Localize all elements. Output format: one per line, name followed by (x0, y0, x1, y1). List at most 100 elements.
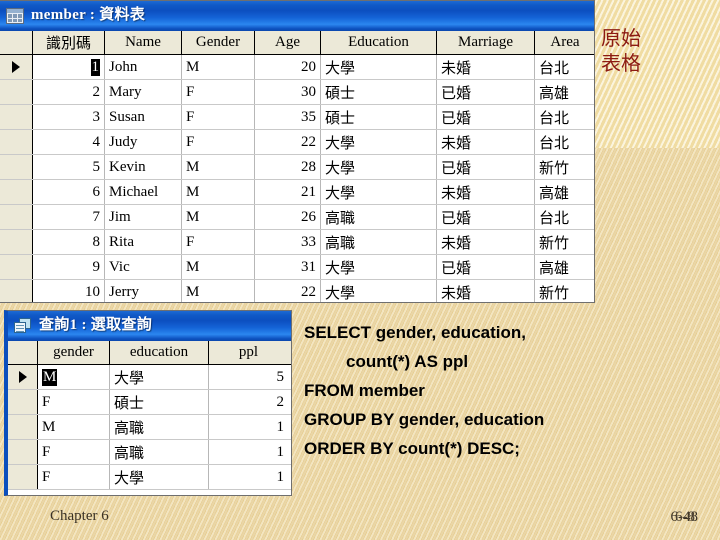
query-titlebar[interactable]: 查詢1 : 選取查詢 (8, 311, 291, 341)
cell-gender[interactable]: F (182, 105, 255, 129)
cell-name[interactable]: Jerry (105, 280, 182, 302)
cell-education[interactable]: 碩士 (110, 390, 209, 414)
query-datasheet[interactable]: gender education ppl M 大學 5 F 碩士 2 M 高職 … (8, 341, 291, 490)
cell-name[interactable]: John (105, 55, 182, 79)
column-header-education[interactable]: Education (321, 31, 437, 54)
table-row[interactable]: 10 Jerry M 22 大學 未婚 新竹 (0, 280, 594, 302)
table-row[interactable]: 6 Michael M 21 大學 未婚 高雄 (0, 180, 594, 205)
query-header-row[interactable]: gender education ppl (8, 341, 291, 365)
row-selector[interactable] (8, 465, 38, 489)
cell-gender[interactable]: F (182, 80, 255, 104)
cell-education[interactable]: 大學 (321, 180, 437, 204)
cell-education[interactable]: 高職 (110, 415, 209, 439)
cell-name[interactable]: Michael (105, 180, 182, 204)
row-selector[interactable] (0, 80, 33, 104)
table-row[interactable]: 4 Judy F 22 大學 未婚 台北 (0, 130, 594, 155)
cell-name[interactable]: Judy (105, 130, 182, 154)
cell-marriage[interactable]: 已婚 (437, 205, 535, 229)
list-item[interactable]: F 碩士 2 (8, 390, 291, 415)
cell-gender[interactable]: F (38, 390, 110, 414)
row-selector[interactable] (0, 255, 33, 279)
cell-gender[interactable]: F (38, 465, 110, 489)
cell-gender[interactable]: M (182, 205, 255, 229)
cell-gender[interactable]: M (182, 180, 255, 204)
cell-name[interactable]: Kevin (105, 155, 182, 179)
cell-ppl[interactable]: 1 (209, 465, 288, 489)
column-header-gender[interactable]: gender (38, 341, 110, 364)
cell-area[interactable]: 台北 (535, 130, 594, 154)
cell-id[interactable]: 8 (33, 230, 105, 254)
column-header-name[interactable]: Name (105, 31, 182, 54)
cell-marriage[interactable]: 已婚 (437, 255, 535, 279)
row-selector[interactable] (8, 390, 38, 414)
cell-id[interactable]: 3 (33, 105, 105, 129)
cell-ppl[interactable]: 1 (209, 415, 288, 439)
cell-education[interactable]: 高職 (321, 230, 437, 254)
cell-gender[interactable]: F (182, 230, 255, 254)
column-header-area[interactable]: Area (535, 31, 594, 54)
cell-age[interactable]: 26 (255, 205, 321, 229)
cell-area[interactable]: 新竹 (535, 280, 594, 302)
column-header-age[interactable]: Age (255, 31, 321, 54)
cell-id[interactable]: 1 (33, 55, 105, 79)
cell-education[interactable]: 高職 (110, 440, 209, 464)
member-header-row[interactable]: 識別碼 Name Gender Age Education Marriage A… (0, 31, 594, 55)
cell-id[interactable]: 4 (33, 130, 105, 154)
cell-ppl[interactable]: 1 (209, 440, 288, 464)
table-row[interactable]: 9 Vic M 31 大學 已婚 高雄 (0, 255, 594, 280)
cell-name[interactable]: Rita (105, 230, 182, 254)
table-row[interactable]: 1 John M 20 大學 未婚 台北 (0, 55, 594, 80)
row-selector[interactable] (0, 130, 33, 154)
cell-gender[interactable]: F (182, 130, 255, 154)
row-selector[interactable] (8, 440, 38, 464)
table-row[interactable]: 2 Mary F 30 碩士 已婚 高雄 (0, 80, 594, 105)
cell-education[interactable]: 大學 (321, 155, 437, 179)
cell-gender[interactable]: M (182, 280, 255, 302)
cell-education[interactable]: 碩士 (321, 105, 437, 129)
cell-marriage[interactable]: 已婚 (437, 155, 535, 179)
cell-area[interactable]: 高雄 (535, 255, 594, 279)
cell-name[interactable]: Mary (105, 80, 182, 104)
cell-education[interactable]: 大學 (321, 130, 437, 154)
cell-id[interactable]: 7 (33, 205, 105, 229)
cell-area[interactable]: 新竹 (535, 230, 594, 254)
cell-area[interactable]: 台北 (535, 105, 594, 129)
table-row[interactable]: 5 Kevin M 28 大學 已婚 新竹 (0, 155, 594, 180)
cell-age[interactable]: 30 (255, 80, 321, 104)
cell-gender[interactable]: M (182, 155, 255, 179)
cell-id[interactable]: 10 (33, 280, 105, 302)
cell-age[interactable]: 35 (255, 105, 321, 129)
column-header-id[interactable]: 識別碼 (33, 31, 105, 54)
cell-marriage[interactable]: 未婚 (437, 130, 535, 154)
cell-marriage[interactable]: 未婚 (437, 55, 535, 79)
cell-area[interactable]: 新竹 (535, 155, 594, 179)
cell-education[interactable]: 大學 (321, 280, 437, 302)
column-header-gender[interactable]: Gender (182, 31, 255, 54)
cell-name[interactable]: Jim (105, 205, 182, 229)
cell-ppl[interactable]: 2 (209, 390, 288, 414)
cell-gender[interactable]: M (38, 365, 110, 389)
cell-gender[interactable]: M (182, 55, 255, 79)
cell-id[interactable]: 5 (33, 155, 105, 179)
query-result-window[interactable]: 查詢1 : 選取查詢 gender education ppl M 大學 5 F… (4, 310, 292, 496)
cell-education[interactable]: 大學 (321, 255, 437, 279)
cell-education[interactable]: 高職 (321, 205, 437, 229)
cell-age[interactable]: 22 (255, 280, 321, 302)
cell-education[interactable]: 碩士 (321, 80, 437, 104)
cell-marriage[interactable]: 已婚 (437, 105, 535, 129)
list-item[interactable]: F 大學 1 (8, 465, 291, 490)
column-header-education[interactable]: education (110, 341, 209, 364)
cell-id[interactable]: 9 (33, 255, 105, 279)
cell-gender[interactable]: M (182, 255, 255, 279)
cell-area[interactable]: 高雄 (535, 180, 594, 204)
row-selector[interactable] (0, 155, 33, 179)
row-selector[interactable] (0, 105, 33, 129)
row-selector-current[interactable] (8, 365, 38, 389)
cell-marriage[interactable]: 未婚 (437, 280, 535, 302)
row-selector[interactable] (8, 415, 38, 439)
cell-age[interactable]: 33 (255, 230, 321, 254)
cell-marriage[interactable]: 已婚 (437, 80, 535, 104)
cell-education[interactable]: 大學 (110, 365, 209, 389)
cell-marriage[interactable]: 未婚 (437, 230, 535, 254)
table-row[interactable]: 7 Jim M 26 高職 已婚 台北 (0, 205, 594, 230)
